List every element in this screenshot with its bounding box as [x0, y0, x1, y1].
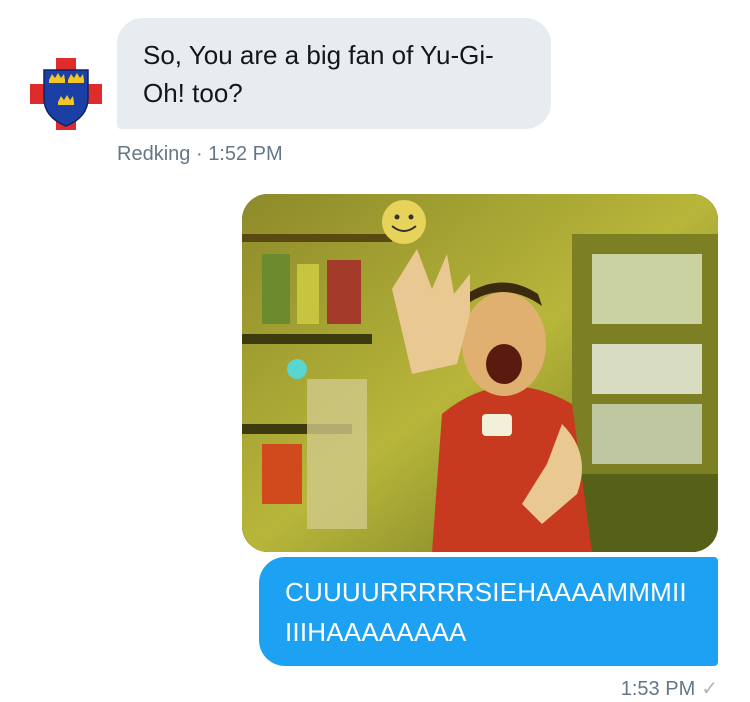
sender-name[interactable]: Redking — [117, 143, 190, 165]
outgoing-message-text: CUUUURRRRRSIEHAAAAMMMIIIIIHAAAAAAAA — [285, 577, 687, 647]
incoming-message-meta: Redking · 1:52 PM — [117, 141, 283, 167]
outgoing-message-meta: 1:53 PM ✓ — [621, 676, 718, 702]
outgoing-message-bubble[interactable]: CUUUURRRRRSIEHAAAAMMMIIIIIHAAAAAAAA — [259, 557, 718, 666]
incoming-message-text: So, You are a big fan of Yu-Gi-Oh! too? — [143, 40, 494, 108]
incoming-message-bubble[interactable]: So, You are a big fan of Yu-Gi-Oh! too? — [117, 18, 551, 129]
gif-scene — [242, 194, 718, 552]
shield-crowns-icon — [30, 58, 102, 130]
message-time: 1:53 PM — [620, 678, 696, 700]
meta-separator: · — [195, 143, 203, 165]
avatar[interactable] — [30, 58, 102, 130]
message-time: 1:52 PM — [208, 143, 283, 165]
gif-image[interactable] — [242, 194, 718, 552]
check-icon: ✓ — [701, 678, 718, 700]
